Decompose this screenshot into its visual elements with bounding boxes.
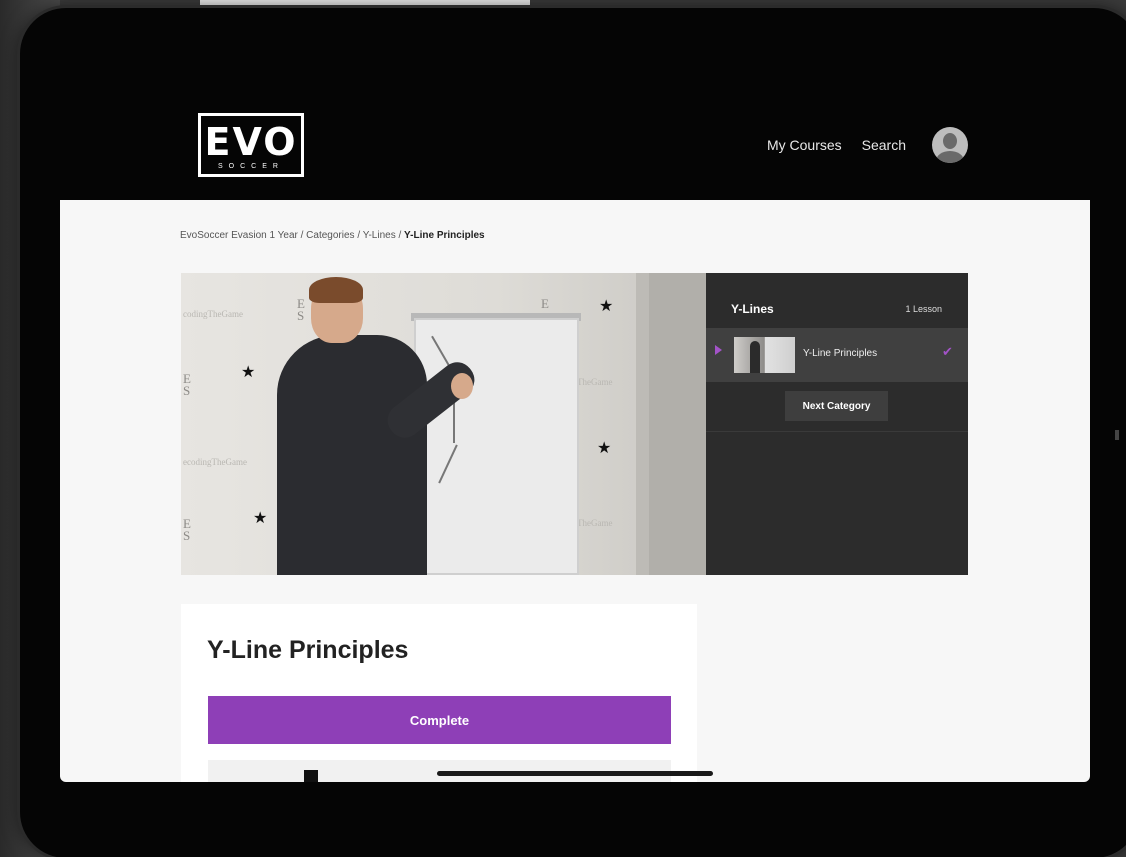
lesson-thumbnail xyxy=(734,337,795,373)
tablet-side-button xyxy=(1115,430,1119,440)
presenter-body xyxy=(277,335,427,575)
video-logo-mark: ES xyxy=(183,371,191,398)
complete-button[interactable]: Complete xyxy=(208,696,671,744)
video-watermark: TheGame xyxy=(577,518,613,528)
runner-icon: ★ xyxy=(597,440,612,457)
playlist-title: Y-Lines xyxy=(731,302,774,316)
playlist-item-label: Y-Line Principles xyxy=(803,348,878,359)
video-watermark: ecodingTheGame xyxy=(183,457,247,467)
playlist-count: 1 Lesson xyxy=(905,304,942,314)
presenter-hair xyxy=(309,277,363,303)
lesson-card: Y-Line Principles Complete xyxy=(181,604,697,782)
next-category-button[interactable]: Next Category xyxy=(785,391,888,421)
lesson-playlist: Y-Lines 1 Lesson Y-Line Principles ✔ Nex… xyxy=(706,273,968,575)
playlist-item[interactable]: Y-Line Principles ✔ xyxy=(706,328,968,382)
runner-icon: ★ xyxy=(241,364,256,381)
video-watermark: codingTheGame xyxy=(183,309,243,319)
nav-search[interactable]: Search xyxy=(862,137,906,153)
site-header: EVO SOCCER My Courses Search xyxy=(60,90,1090,200)
video-logo-mark: ES xyxy=(297,296,305,323)
nav-my-courses[interactable]: My Courses xyxy=(767,137,842,153)
evo-soccer-logo[interactable]: EVO SOCCER xyxy=(198,113,304,177)
avatar-head-shape xyxy=(943,133,957,149)
main-nav: My Courses Search xyxy=(767,127,968,163)
whiteboard xyxy=(414,318,579,575)
playlist-header: Y-Lines 1 Lesson xyxy=(706,273,968,327)
breadcrumb-current: Y-Line Principles xyxy=(404,230,485,241)
runner-icon: ★ xyxy=(253,510,268,527)
logo-sub-text: SOCCER xyxy=(218,162,284,170)
breadcrumb-path[interactable]: EvoSoccer Evasion 1 Year / Categories / … xyxy=(180,230,404,241)
checkmark-icon: ✔ xyxy=(942,344,953,359)
presenter-hand xyxy=(451,373,473,399)
logo-main-text: EVO xyxy=(204,119,298,164)
home-indicator[interactable] xyxy=(437,771,713,776)
video-watermark: TheGame xyxy=(577,377,613,387)
runner-icon: ★ xyxy=(599,298,614,315)
video-wall-shadow xyxy=(649,273,706,575)
playlist-divider xyxy=(706,431,968,432)
avatar-torso-shape xyxy=(936,151,964,163)
user-avatar-icon[interactable] xyxy=(932,127,968,163)
breadcrumb: EvoSoccer Evasion 1 Year / Categories / … xyxy=(180,230,485,241)
lesson-title: Y-Line Principles xyxy=(207,636,409,664)
video-player[interactable]: codingTheGame ecodingTheGame TheGame The… xyxy=(181,273,706,575)
play-arrow-icon xyxy=(715,345,722,355)
video-logo-mark: E xyxy=(541,296,549,311)
video-logo-mark: ES xyxy=(183,516,191,543)
course-page: EvoSoccer Evasion 1 Year / Categories / … xyxy=(60,200,1090,782)
